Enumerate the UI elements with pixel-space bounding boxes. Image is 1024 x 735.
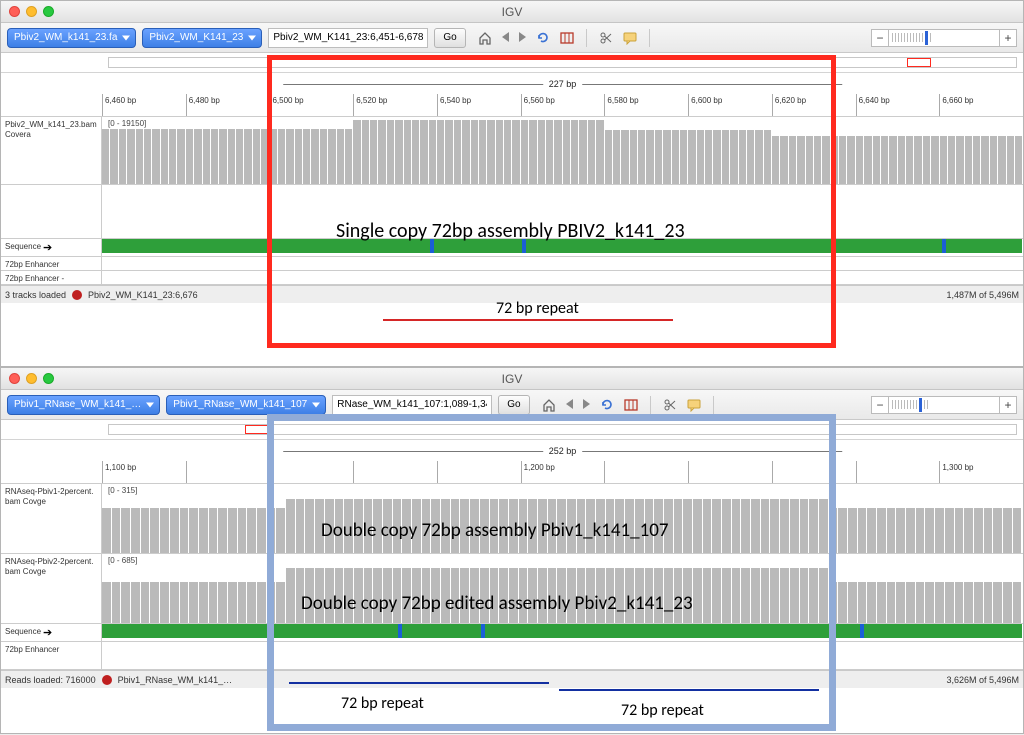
zoom-out-button[interactable]: −: [871, 29, 889, 47]
track-label-enhancer: 72bp Enhancer: [1, 642, 102, 669]
scissor-icon[interactable]: [599, 31, 613, 45]
back-icon[interactable]: [502, 30, 509, 45]
comment-icon[interactable]: [687, 398, 701, 412]
ruler[interactable]: 227 bp 6,460 bp6,480 bp6,500 bp6,520 bp6…: [1, 73, 1023, 117]
track-label-coverage: Pbiv2_WM_k141_23.bam Covera: [1, 117, 102, 184]
forward-icon[interactable]: [519, 30, 526, 45]
coverage2-yrange: [0 - 685]: [106, 556, 139, 565]
chromosome-select[interactable]: Pbiv1_RNase_WM_k141_107: [166, 395, 326, 415]
annotation-line-red: [383, 319, 673, 321]
genome-select[interactable]: Pbiv2_WM_k141_23.fa: [7, 28, 136, 48]
annotation-repeat-2a: 72 bp repeat: [341, 694, 424, 713]
track-label-sequence: Sequence: [5, 627, 41, 637]
sequence-track[interactable]: Sequence➔: [1, 624, 1023, 642]
range-label: 227 bp: [549, 79, 577, 89]
region-icon[interactable]: [624, 398, 638, 412]
track-label-cov2: RNAseq-Pbiv2-2percent.bam Covge: [1, 554, 102, 623]
track-label-enh-plus: 72bp Enhancer: [1, 257, 102, 270]
comment-icon[interactable]: [623, 31, 637, 45]
window-titlebar[interactable]: IGV: [1, 1, 1023, 23]
window-titlebar[interactable]: IGV: [1, 368, 1023, 390]
zoom-in-button[interactable]: +: [999, 396, 1017, 414]
chromosome-select[interactable]: Pbiv2_WM_K141_23: [142, 28, 262, 48]
minimize-icon[interactable]: [26, 6, 37, 17]
alignment-track[interactable]: [1, 185, 1023, 239]
annotation-line-blue-2: [559, 689, 819, 691]
forward-icon[interactable]: [583, 397, 590, 412]
back-icon[interactable]: [566, 397, 573, 412]
zoom-out-button[interactable]: −: [871, 396, 889, 414]
refresh-icon[interactable]: [600, 398, 614, 412]
go-button[interactable]: Go: [498, 395, 529, 415]
coverage-track-1[interactable]: RNAseq-Pbiv1-2percent.bam Covge [0 - 315…: [1, 484, 1023, 554]
status-locus: Pbiv2_WM_K141_23:6,676: [88, 290, 198, 300]
status-memory: 1,487M of 5,496M: [946, 290, 1019, 300]
home-icon[interactable]: [542, 398, 556, 412]
toolbar: Pbiv1_RNase_WM_k141_… Pbiv1_RNase_WM_k14…: [1, 390, 1023, 420]
close-icon[interactable]: [9, 373, 20, 384]
coverage-track[interactable]: Pbiv2_WM_k141_23.bam Covera [0 - 19150]: [1, 117, 1023, 185]
coverage-track-2[interactable]: RNAseq-Pbiv2-2percent.bam Covge [0 - 685…: [1, 554, 1023, 624]
status-dot-icon: [102, 675, 112, 685]
status-locus: Pbiv1_RNase_WM_k141_…: [118, 675, 233, 685]
status-bar: Reads loaded: 716000 Pbiv1_RNase_WM_k141…: [1, 670, 1023, 688]
scissor-icon[interactable]: [663, 398, 677, 412]
ideogram[interactable]: [1, 53, 1023, 73]
genome-select[interactable]: Pbiv1_RNase_WM_k141_…: [7, 395, 160, 415]
track-label-enh-minus: 72bp Enhancer -: [1, 271, 102, 284]
range-label: 252 bp: [549, 446, 577, 456]
zoom-slider[interactable]: [889, 29, 999, 47]
enhancer-track[interactable]: 72bp Enhancer: [1, 642, 1023, 670]
region-icon[interactable]: [560, 31, 574, 45]
refresh-icon[interactable]: [536, 31, 550, 45]
status-dot-icon: [72, 290, 82, 300]
sequence-track[interactable]: Sequence➔: [1, 239, 1023, 257]
ideogram[interactable]: [1, 420, 1023, 440]
minimize-icon[interactable]: [26, 373, 37, 384]
status-reads: Reads loaded: 716000: [5, 675, 96, 685]
enhancer-minus-track[interactable]: 72bp Enhancer -: [1, 271, 1023, 285]
window-title: IGV: [1, 5, 1023, 19]
toolbar: Pbiv2_WM_k141_23.fa Pbiv2_WM_K141_23 Go: [1, 23, 1023, 53]
igv-window-1: IGV Pbiv2_WM_k141_23.fa Pbiv2_WM_K141_23…: [0, 0, 1024, 367]
zoom-slider[interactable]: [889, 396, 999, 414]
track-label-sequence: Sequence: [5, 242, 41, 252]
locus-input[interactable]: [332, 395, 492, 415]
home-icon[interactable]: [478, 31, 492, 45]
track-label-cov1: RNAseq-Pbiv1-2percent.bam Covge: [1, 484, 102, 553]
ruler[interactable]: 252 bp 1,100 bp1,200 bp1,300 bp: [1, 440, 1023, 484]
status-tracks: 3 tracks loaded: [5, 290, 66, 300]
go-button[interactable]: Go: [434, 28, 465, 48]
igv-window-2: IGV Pbiv1_RNase_WM_k141_… Pbiv1_RNase_WM…: [0, 367, 1024, 734]
window-title: IGV: [1, 372, 1023, 386]
close-icon[interactable]: [9, 6, 20, 17]
coverage1-yrange: [0 - 315]: [106, 486, 139, 495]
maximize-icon[interactable]: [43, 6, 54, 17]
status-bar: 3 tracks loaded Pbiv2_WM_K141_23:6,676 1…: [1, 285, 1023, 303]
locus-input[interactable]: [268, 28, 428, 48]
maximize-icon[interactable]: [43, 373, 54, 384]
annotation-repeat-2b: 72 bp repeat: [621, 701, 704, 720]
status-memory: 3,626M of 5,496M: [946, 675, 1019, 685]
enhancer-plus-track[interactable]: 72bp Enhancer: [1, 257, 1023, 271]
coverage-yrange: [0 - 19150]: [106, 119, 148, 128]
zoom-in-button[interactable]: +: [999, 29, 1017, 47]
